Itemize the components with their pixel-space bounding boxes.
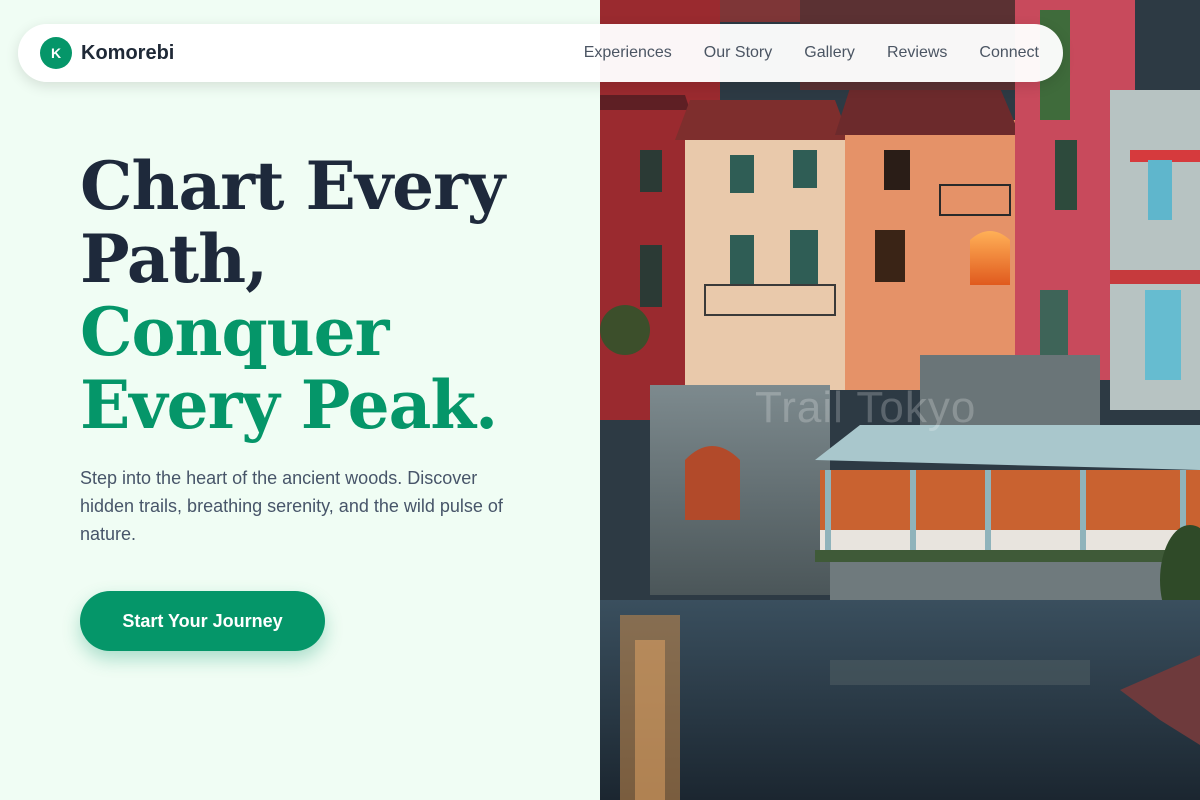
- headline-line-2: Path,: [80, 220, 268, 298]
- nav-link-our-story[interactable]: Our Story: [704, 44, 772, 62]
- brand-mark-icon: K: [40, 37, 72, 69]
- nav-links: Experiences Our Story Gallery Reviews Co…: [584, 44, 1039, 62]
- nav-link-connect[interactable]: Connect: [979, 44, 1039, 62]
- brand-name: Komorebi: [81, 41, 175, 64]
- image-watermark: Trail Tokyo: [755, 383, 977, 432]
- nav-link-experiences[interactable]: Experiences: [584, 44, 672, 62]
- hero-section: Chart Every Path, Conquer Every Peak. St…: [80, 150, 580, 651]
- top-navbar: K Komorebi Experiences Our Story Gallery…: [18, 24, 1063, 82]
- start-journey-button[interactable]: Start Your Journey: [80, 591, 325, 651]
- nav-link-reviews[interactable]: Reviews: [887, 44, 947, 62]
- headline-line-3: Conquer: [80, 293, 389, 371]
- headline-line-4: Every Peak.: [80, 366, 498, 444]
- headline-line-1: Chart Every: [80, 147, 505, 225]
- nav-link-gallery[interactable]: Gallery: [804, 44, 855, 62]
- brand-logo[interactable]: K Komorebi: [40, 37, 174, 69]
- hero-tagline: Step into the heart of the ancient woods…: [80, 468, 503, 544]
- hero-headline: Chart Every Path, Conquer Every Peak.: [80, 150, 580, 442]
